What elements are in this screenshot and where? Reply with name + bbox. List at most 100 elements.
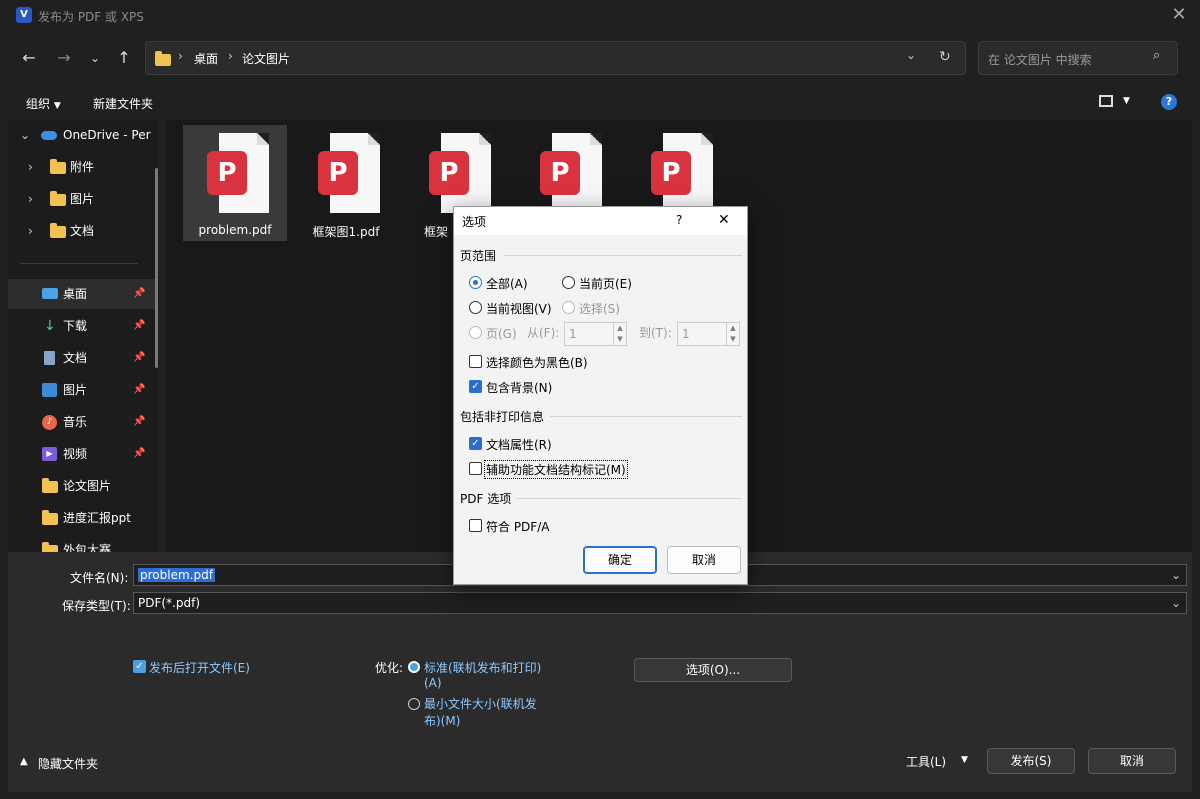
sidebar-item-progress-ppt[interactable]: 进度汇报ppt (8, 503, 158, 533)
search-input[interactable]: 在 论文图片 中搜索 (988, 51, 1092, 68)
tools-menu-button[interactable]: 工具(L) (906, 753, 946, 770)
optimize-standard-label-shortcut[interactable]: (A) (424, 676, 442, 690)
accessibility-tags-checkbox[interactable] (469, 462, 482, 475)
back-arrow-icon[interactable]: ← (17, 46, 41, 70)
radio-selection-label[interactable]: 选择(S) (579, 300, 620, 317)
section-divider (550, 416, 742, 417)
sidebar-item-documents-folder[interactable]: › 文档 (8, 216, 158, 246)
stepper-arrows-icon[interactable]: ▲ ▼ (613, 323, 626, 345)
address-dropdown-chevron-icon[interactable]: ⌄ (906, 48, 916, 62)
to-page-value: 1 (682, 327, 690, 341)
optimize-minimum-label-cont[interactable]: 布)(M) (424, 712, 460, 729)
optimize-minimum-radio[interactable] (408, 698, 420, 710)
up-arrow-icon[interactable]: ↑ (112, 46, 136, 70)
pin-icon[interactable]: 📌 (133, 439, 145, 469)
chevron-down-icon: ▼ (53, 101, 61, 111)
open-after-publish-checkbox[interactable]: ✓ (133, 660, 146, 673)
ok-button[interactable]: 确定 (583, 546, 657, 574)
page-range-heading: 页范围 (460, 249, 497, 263)
pin-icon[interactable]: 📌 (133, 311, 145, 341)
sidebar-item-attachments[interactable]: › 附件 (8, 152, 158, 182)
sidebar-item-onedrive[interactable]: ⌄ OneDrive - Per (8, 120, 158, 150)
from-page-stepper[interactable]: 1 ▲ ▼ (564, 322, 627, 346)
optimize-standard-radio[interactable] (408, 661, 420, 673)
pdfa-label[interactable]: 符合 PDF/A (486, 518, 549, 535)
to-page-stepper[interactable]: 1 ▲ ▼ (677, 322, 740, 346)
options-dialog: 选项 ? ✕ 页范围 全部(A) 当前页(E) 当前视图(V) 选择(S) 页(… (453, 206, 748, 585)
radio-all[interactable] (469, 276, 482, 289)
hide-folders-button[interactable]: 隐藏文件夹 (38, 755, 98, 772)
sidebar-item-outsourcing-contest[interactable]: 外包大赛 (8, 535, 158, 552)
sidebar-item-music[interactable]: ♪ 音乐 📌 (8, 407, 158, 437)
accessibility-tags-label[interactable]: 辅助功能文档结构标记(M) (484, 460, 628, 479)
radio-current-page[interactable] (562, 276, 575, 289)
radio-current-page-label[interactable]: 当前页(E) (579, 275, 632, 292)
filename-dropdown-chevron-icon[interactable]: ⌄ (1171, 565, 1181, 585)
close-window-button[interactable]: ✕ (1168, 4, 1190, 26)
section-divider (516, 498, 742, 499)
recent-locations-chevron-icon[interactable]: ⌄ (83, 46, 107, 70)
radio-pages-label[interactable]: 页(G) (486, 325, 517, 342)
help-icon[interactable]: ? (1161, 94, 1177, 110)
refresh-icon[interactable]: ↻ (939, 49, 951, 65)
radio-current-view-label[interactable]: 当前视图(V) (486, 300, 552, 317)
include-background-label[interactable]: 包含背景(N) (486, 379, 552, 396)
filename-value: problem.pdf (138, 568, 215, 582)
sidebar-item-desktop[interactable]: 桌面 📌 (8, 279, 158, 309)
search-box[interactable]: 在 论文图片 中搜索 ⌕ (978, 41, 1178, 75)
sidebar-item-label: 进度汇报ppt (63, 511, 131, 525)
options-button[interactable]: 选项(O)... (634, 658, 792, 682)
search-icon[interactable]: ⌕ (1153, 48, 1160, 63)
sidebar-item-documents[interactable]: 文档 📌 (8, 343, 158, 373)
breadcrumb-separator-icon: › (178, 49, 183, 63)
nonprint-heading: 包括非打印信息 (460, 410, 545, 424)
organize-menu-button[interactable]: 组织 ▼ (26, 95, 61, 112)
command-bar: 组织 ▼ 新建文件夹 ▼ ? (8, 86, 1192, 120)
tools-chevron-down-icon[interactable]: ▼ (961, 755, 968, 765)
file-item[interactable]: P 框架图1.pdf (294, 125, 398, 241)
sidebar-item-videos[interactable]: ▶ 视频 📌 (8, 439, 158, 469)
forward-arrow-icon[interactable]: → (52, 46, 76, 70)
view-options-icon[interactable] (1099, 95, 1113, 107)
black-color-label[interactable]: 选择颜色为黑色(B) (486, 354, 588, 371)
pin-icon[interactable]: 📌 (133, 407, 145, 437)
dialog-close-button[interactable]: ✕ (718, 212, 730, 228)
breadcrumb-desktop[interactable]: 桌面 (194, 50, 218, 67)
sidebar-item-pictures-folder[interactable]: › 图片 (8, 184, 158, 214)
radio-pages[interactable] (469, 326, 482, 339)
optimize-standard-label[interactable]: 标准(联机发布和打印) (424, 659, 541, 676)
file-item[interactable]: P problem.pdf (183, 125, 287, 241)
breadcrumb-current-folder[interactable]: 论文图片 (242, 50, 290, 67)
optimize-minimum-label[interactable]: 最小文件大小(联机发 (424, 695, 537, 712)
radio-all-label[interactable]: 全部(A) (486, 275, 528, 292)
new-folder-button[interactable]: 新建文件夹 (93, 95, 153, 112)
radio-selection[interactable] (562, 301, 575, 314)
cancel-button[interactable]: 取消 (1088, 748, 1176, 774)
address-bar[interactable]: › 桌面 › 论文图片 ⌄ ↻ (145, 41, 966, 75)
pin-icon[interactable]: 📌 (133, 375, 145, 405)
open-after-publish-label[interactable]: 发布后打开文件(E) (149, 659, 250, 676)
sidebar-item-pictures[interactable]: 图片 📌 (8, 375, 158, 405)
radio-current-view[interactable] (469, 301, 482, 314)
pin-icon[interactable]: 📌 (133, 279, 145, 309)
include-background-checkbox[interactable]: ✓ (469, 380, 482, 393)
savetype-select[interactable]: PDF(*.pdf) ⌄ (133, 592, 1187, 614)
savetype-dropdown-chevron-icon[interactable]: ⌄ (1171, 593, 1181, 613)
doc-properties-label[interactable]: 文档属性(R) (486, 436, 552, 453)
download-icon: ↓ (44, 318, 56, 334)
dialog-help-button[interactable]: ? (676, 213, 682, 227)
sidebar-item-thesis-images[interactable]: 论文图片 (8, 471, 158, 501)
pdfa-checkbox[interactable] (469, 519, 482, 532)
sidebar-item-downloads[interactable]: ↓ 下载 📌 (8, 311, 158, 341)
save-options-panel: 文件名(N): problem.pdf ⌄ 保存类型(T): PDF(*.pdf… (8, 552, 1192, 792)
pin-icon[interactable]: 📌 (133, 343, 145, 373)
chevron-up-icon[interactable]: ▲ (20, 756, 28, 767)
sidebar-scrollbar[interactable] (155, 168, 158, 368)
publish-button[interactable]: 发布(S) (987, 748, 1075, 774)
sidebar-item-label: 文档 (63, 351, 88, 365)
stepper-arrows-icon[interactable]: ▲ ▼ (726, 323, 739, 345)
view-chevron-down-icon[interactable]: ▼ (1123, 96, 1130, 106)
dialog-cancel-button[interactable]: 取消 (667, 546, 741, 574)
doc-properties-checkbox[interactable]: ✓ (469, 437, 482, 450)
black-color-checkbox[interactable] (469, 355, 482, 368)
